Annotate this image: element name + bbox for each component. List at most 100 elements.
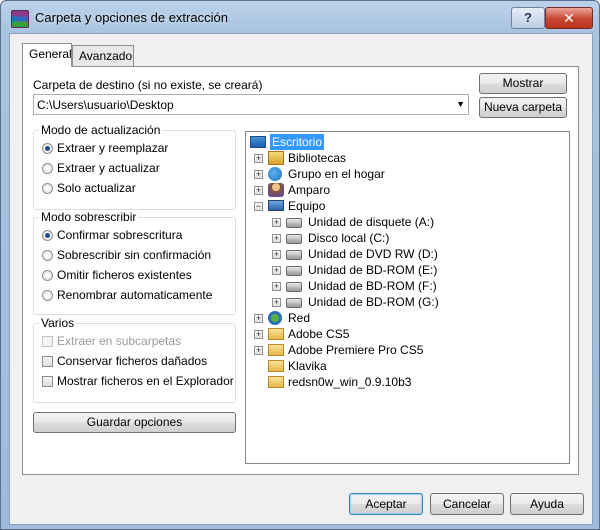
tree-item-label: Klavika: [288, 359, 327, 373]
tree-item-label: Unidad de DVD RW (D:): [308, 247, 438, 261]
save-options-button[interactable]: Guardar opciones: [33, 412, 236, 433]
checkbox-icon[interactable]: [42, 356, 53, 367]
window-title: Carpeta y opciones de extracción: [35, 10, 228, 25]
new-folder-button[interactable]: Nueva carpeta: [479, 97, 567, 118]
misc-title: Varios: [39, 316, 77, 330]
tree-item-label: Unidad de BD-ROM (G:): [308, 295, 439, 309]
expand-plus-icon[interactable]: +: [272, 218, 281, 227]
general-panel: Carpeta de destino (si no existe, se cre…: [22, 66, 579, 475]
folder-icon: [268, 360, 284, 372]
radio-selected-icon[interactable]: [42, 143, 53, 154]
user-folder-icon: [268, 183, 284, 197]
expand-plus-icon[interactable]: +: [272, 266, 281, 275]
library-icon: [268, 151, 284, 165]
checkbox-icon: [42, 336, 53, 347]
computer-icon: [268, 200, 284, 211]
radio-icon[interactable]: [42, 250, 53, 261]
tree-item-label: Unidad de BD-ROM (F:): [308, 279, 437, 293]
radio-selected-icon[interactable]: [42, 230, 53, 241]
radio-confirm-overwrite[interactable]: Confirmar sobrescritura: [42, 227, 182, 243]
tree-item-label: Adobe CS5: [288, 327, 350, 341]
check-show-in-explorer[interactable]: Mostrar ficheros en el Explorador: [42, 373, 234, 389]
update-mode-title: Modo de actualización: [39, 123, 163, 137]
radio-skip-existing[interactable]: Omitir ficheros existentes: [42, 267, 192, 283]
radio-extract-update[interactable]: Extraer y actualizar: [42, 160, 160, 176]
close-button[interactable]: ✕: [545, 7, 593, 29]
bd-drive-icon: [286, 282, 302, 292]
tree-item-label: Red: [288, 311, 311, 325]
destination-path-value: C:\Users\usuario\Desktop: [37, 98, 174, 112]
collapse-minus-icon[interactable]: −: [254, 202, 263, 211]
dialog-client: General Avanzado Carpeta de destino (si …: [9, 33, 593, 525]
tree-item-label: Bibliotecas: [288, 151, 347, 165]
expand-plus-icon[interactable]: +: [254, 170, 263, 179]
tree-item-label: Grupo en el hogar: [288, 167, 385, 181]
expand-plus-icon[interactable]: +: [254, 330, 263, 339]
checkbox-label: Conservar ficheros dañados: [57, 354, 208, 368]
show-button[interactable]: Mostrar: [479, 73, 567, 94]
update-mode-group: Modo de actualización Extraer y reemplaz…: [33, 123, 236, 210]
expand-plus-icon[interactable]: +: [254, 346, 263, 355]
expand-plus-icon[interactable]: +: [254, 314, 263, 323]
radio-extract-replace[interactable]: Extraer y reemplazar: [42, 140, 168, 156]
radio-icon[interactable]: [42, 270, 53, 281]
destination-label: Carpeta de destino (si no existe, se cre…: [33, 78, 263, 92]
radio-overwrite-no-confirm[interactable]: Sobrescribir sin confirmación: [42, 247, 211, 263]
tree-item-label: Adobe Premiere Pro CS5: [288, 343, 424, 357]
folder-tree[interactable]: Escritorio + Bibliotecas + Grupo en el h…: [245, 131, 570, 464]
help-footer-button[interactable]: Ayuda: [510, 493, 584, 515]
radio-auto-rename[interactable]: Renombrar automaticamente: [42, 287, 212, 303]
radio-label: Omitir ficheros existentes: [57, 268, 192, 282]
check-extract-subfolders: Extraer en subcarpetas: [42, 333, 181, 349]
local-disk-icon: [286, 234, 302, 244]
tree-item-label: Escritorio: [270, 134, 325, 150]
radio-label: Renombrar automaticamente: [57, 288, 213, 302]
network-icon: [268, 311, 282, 325]
radio-icon[interactable]: [42, 183, 53, 194]
title-bar[interactable]: Carpeta y opciones de extracción ? ✕: [1, 1, 599, 33]
overwrite-mode-group: Modo sobrescribir Confirmar sobrescritur…: [33, 210, 236, 315]
bd-drive-icon: [286, 266, 302, 276]
radio-icon[interactable]: [42, 290, 53, 301]
chevron-down-icon[interactable]: ▼: [456, 99, 465, 109]
homegroup-icon: [268, 167, 282, 181]
ok-button[interactable]: Aceptar: [349, 493, 423, 515]
folder-icon: [268, 344, 284, 356]
tab-advanced[interactable]: Avanzado: [72, 45, 134, 66]
winrar-app-icon: [11, 10, 29, 28]
tree-item-label: Disco local (C:): [308, 231, 390, 245]
radio-label: Extraer y reemplazar: [57, 141, 169, 155]
radio-label: Solo actualizar: [57, 181, 136, 195]
expand-plus-icon[interactable]: +: [272, 298, 281, 307]
desktop-icon: [250, 136, 266, 148]
expand-plus-icon[interactable]: +: [272, 250, 281, 259]
tree-item-label: Unidad de disquete (A:): [308, 215, 435, 229]
folder-icon: [268, 328, 284, 340]
radio-label: Extraer y actualizar: [57, 161, 160, 175]
checkbox-label: Extraer en subcarpetas: [57, 334, 182, 348]
expand-plus-icon[interactable]: +: [272, 234, 281, 243]
checkbox-label: Mostrar ficheros en el Explorador: [57, 374, 234, 388]
tree-item-label: Equipo: [288, 199, 326, 213]
expand-plus-icon[interactable]: +: [254, 186, 263, 195]
dvd-drive-icon: [286, 250, 302, 260]
radio-update-only[interactable]: Solo actualizar: [42, 180, 136, 196]
help-button[interactable]: ?: [511, 7, 545, 29]
tree-item-label: Unidad de BD-ROM (E:): [308, 263, 438, 277]
tree-item-label: Amparo: [288, 183, 331, 197]
radio-label: Confirmar sobrescritura: [57, 228, 183, 242]
radio-label: Sobrescribir sin confirmación: [57, 248, 212, 262]
bd-drive-icon: [286, 298, 302, 308]
overwrite-mode-title: Modo sobrescribir: [39, 210, 139, 224]
expand-plus-icon[interactable]: +: [272, 282, 281, 291]
checkbox-icon[interactable]: [42, 376, 53, 387]
floppy-drive-icon: [286, 218, 302, 228]
tab-general[interactable]: General: [22, 43, 72, 67]
destination-path-combobox[interactable]: C:\Users\usuario\Desktop ▼: [33, 94, 469, 115]
expand-plus-icon[interactable]: +: [254, 154, 263, 163]
folder-icon: [268, 376, 284, 388]
cancel-button[interactable]: Cancelar: [430, 493, 504, 515]
misc-group: Varios Extraer en subcarpetas Conservar …: [33, 316, 236, 403]
radio-icon[interactable]: [42, 163, 53, 174]
check-keep-broken-files[interactable]: Conservar ficheros dañados: [42, 353, 207, 369]
